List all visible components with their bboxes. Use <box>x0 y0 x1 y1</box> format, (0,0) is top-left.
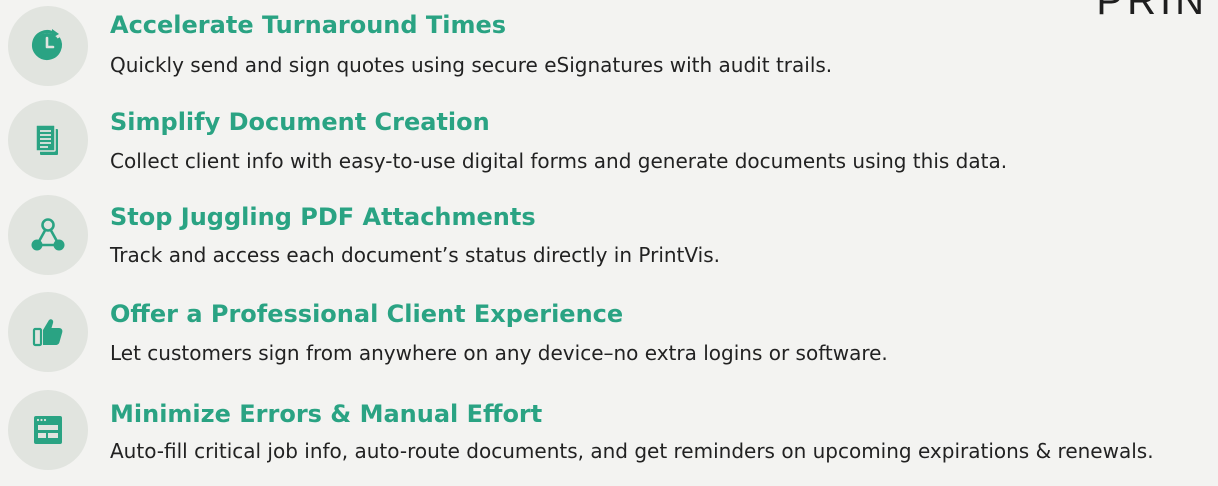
feature-title: Simplify Document Creation <box>110 108 490 136</box>
connected-nodes-icon <box>8 195 88 275</box>
feature-item-minimize-errors: Minimize Errors & Manual Effort Auto-fil… <box>0 390 1218 486</box>
feature-description: Auto-fill critical job info, auto-route … <box>110 439 1154 463</box>
feature-description: Quickly send and sign quotes using secur… <box>110 53 833 77</box>
feature-item-client-experience: Offer a Professional Client Experience L… <box>0 292 1218 388</box>
feature-item-document-creation: Simplify Document Creation Collect clien… <box>0 100 1218 196</box>
feature-description: Track and access each document’s status … <box>110 243 720 267</box>
feature-title: Offer a Professional Client Experience <box>110 300 624 328</box>
feature-title: Accelerate Turnaround Times <box>110 11 507 39</box>
feature-item-pdf-attachments: Stop Juggling PDF Attachments Track and … <box>0 195 1218 291</box>
browser-form-icon <box>8 390 88 470</box>
feature-item-turnaround: Accelerate Turnaround Times Quickly send… <box>0 0 1218 96</box>
feature-title: Minimize Errors & Manual Effort <box>110 400 543 428</box>
feature-description: Let customers sign from anywhere on any … <box>110 341 888 365</box>
thumbs-up-icon <box>8 292 88 372</box>
feature-description: Collect client info with easy-to-use dig… <box>110 149 1008 173</box>
document-stack-icon <box>8 100 88 180</box>
feature-title: Stop Juggling PDF Attachments <box>110 203 536 231</box>
clock-refresh-icon <box>8 6 88 86</box>
